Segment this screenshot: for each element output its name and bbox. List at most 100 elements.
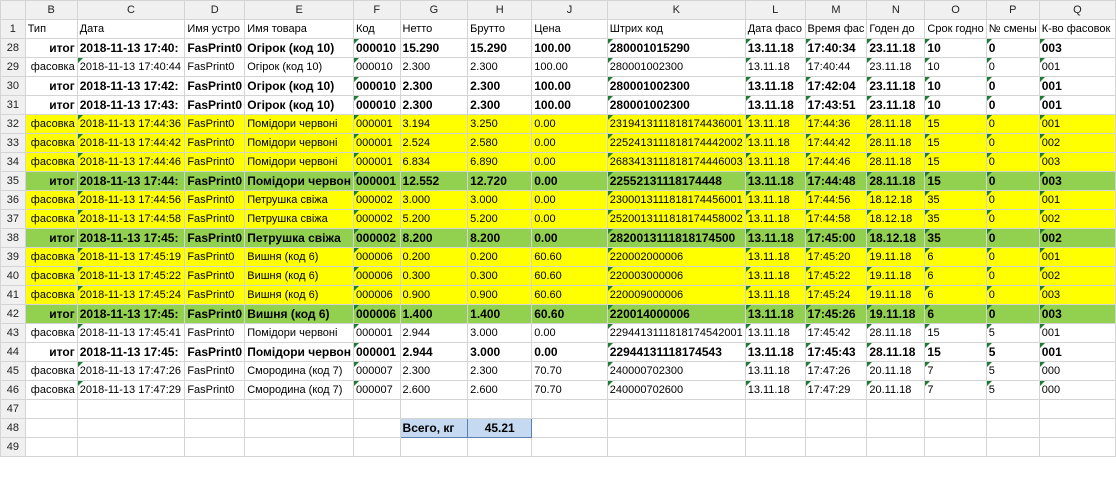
row-header[interactable]: 43 [0,323,26,343]
cell[interactable]: 13.11.18 [744,247,806,267]
header-cell[interactable]: Имя устро [184,19,246,39]
cell[interactable]: FasPrint0 [184,95,246,115]
cell[interactable]: 7 [924,361,987,381]
cell[interactable]: 6 [924,285,987,305]
cell[interactable]: 0 [985,304,1040,324]
column-header-q[interactable]: Q [1038,0,1116,20]
cell[interactable]: 000010 [353,57,401,77]
cell[interactable]: 0.300 [467,266,533,286]
row-header[interactable]: 29 [0,57,26,77]
cell[interactable]: 0 [985,76,1040,96]
cell[interactable]: 2.944 [399,342,469,362]
cell[interactable]: FasPrint0 [184,323,246,343]
cell[interactable]: 2.300 [467,76,533,96]
cell[interactable]: 19.11.18 [866,247,926,267]
cell[interactable]: 13.11.18 [744,133,806,153]
cell[interactable]: 18.12.18 [866,209,926,229]
cell[interactable]: 22944131118174543 [606,342,746,362]
row-header[interactable]: 28 [0,38,26,58]
cell[interactable]: 1.400 [399,304,469,324]
cell[interactable]: 23.11.18 [866,76,926,96]
cell[interactable] [924,418,987,438]
cell[interactable]: 35 [924,209,987,229]
cell[interactable]: 2.300 [399,57,469,77]
column-header-j[interactable]: J [531,0,608,20]
cell[interactable]: 003 [1038,285,1116,305]
cell[interactable]: Помідори червоні [244,114,354,134]
cell[interactable]: 5 [985,361,1040,381]
cell[interactable]: фасовка [24,285,78,305]
row-header[interactable]: 40 [0,266,26,286]
cell[interactable]: 2.300 [467,361,533,381]
cell[interactable]: 5 [985,380,1040,400]
cell[interactable]: 2.300 [467,57,533,77]
row-header[interactable]: 1 [0,19,26,39]
cell[interactable]: 240000702600 [606,380,746,400]
header-cell[interactable]: Нетто [399,19,469,39]
cell[interactable]: фасовка [24,209,78,229]
cell[interactable] [244,437,354,457]
cell[interactable] [744,418,806,438]
header-cell[interactable]: Брутто [467,19,533,39]
header-cell[interactable]: Время фас [804,19,868,39]
cell[interactable] [804,437,868,457]
cell[interactable]: 3.250 [467,114,533,134]
cell[interactable]: 17:40:34 [804,38,868,58]
cell[interactable] [924,437,987,457]
cell[interactable]: фасовка [24,152,78,172]
header-cell[interactable]: Штрих код [606,19,746,39]
cell[interactable]: 2.300 [467,95,533,115]
cell[interactable]: 28.11.18 [866,342,926,362]
cell[interactable]: 17:42:04 [804,76,868,96]
cell[interactable]: 001 [1038,247,1116,267]
cell[interactable]: 2294413111818174542001 [606,323,746,343]
cell[interactable]: Помідори червоні [244,152,354,172]
cell[interactable]: FasPrint0 [184,228,246,248]
cell[interactable]: 6.890 [467,152,533,172]
cell[interactable]: 2319413111818174436001 [606,114,746,134]
cell[interactable]: итог [24,76,78,96]
cell[interactable]: 220009000006 [606,285,746,305]
cell[interactable]: 13.11.18 [744,76,806,96]
cell[interactable]: 002 [1038,133,1116,153]
cell[interactable]: 003 [1038,171,1116,191]
cell[interactable]: 2018-11-13 17:40:44 [76,57,186,77]
column-header-e[interactable]: E [244,0,354,20]
cell[interactable]: фасовка [24,380,78,400]
header-cell[interactable]: Цена [531,19,608,39]
cell[interactable] [744,399,806,419]
cell[interactable]: 0 [985,285,1040,305]
column-header-g[interactable]: G [399,0,469,20]
cell[interactable]: 000010 [353,38,401,58]
header-cell[interactable]: Дата фасо [744,19,806,39]
cell[interactable]: 13.11.18 [744,228,806,248]
row-header[interactable]: 46 [0,380,26,400]
cell[interactable]: 100.00 [531,76,608,96]
cell[interactable]: 001 [1038,323,1116,343]
cell[interactable]: 2018-11-13 17:45:19 [76,247,186,267]
cell[interactable]: 002 [1038,209,1116,229]
cell[interactable] [606,437,746,457]
cell[interactable]: 5.200 [467,209,533,229]
cell[interactable]: фасовка [24,133,78,153]
cell[interactable] [244,399,354,419]
cell[interactable]: 15 [924,114,987,134]
cell[interactable]: 002 [1038,266,1116,286]
cell[interactable]: Смородина (код 7) [244,361,354,381]
header-cell[interactable]: К-во фасовок [1038,19,1116,39]
cell[interactable]: 3.000 [467,323,533,343]
cell[interactable]: 5 [985,342,1040,362]
row-header[interactable]: 42 [0,304,26,324]
cell[interactable]: 0.00 [531,228,608,248]
cell[interactable]: Огірок (код 10) [244,76,354,96]
column-header-h[interactable]: H [467,0,533,20]
cell[interactable] [985,437,1040,457]
cell[interactable]: 13.11.18 [744,342,806,362]
cell[interactable] [244,418,354,438]
cell[interactable]: 35 [924,190,987,210]
cell[interactable]: 0 [985,152,1040,172]
cell[interactable]: 13.11.18 [744,361,806,381]
cell[interactable]: 000001 [353,342,401,362]
cell[interactable]: FasPrint0 [184,133,246,153]
cell[interactable]: 17:45:22 [804,266,868,286]
